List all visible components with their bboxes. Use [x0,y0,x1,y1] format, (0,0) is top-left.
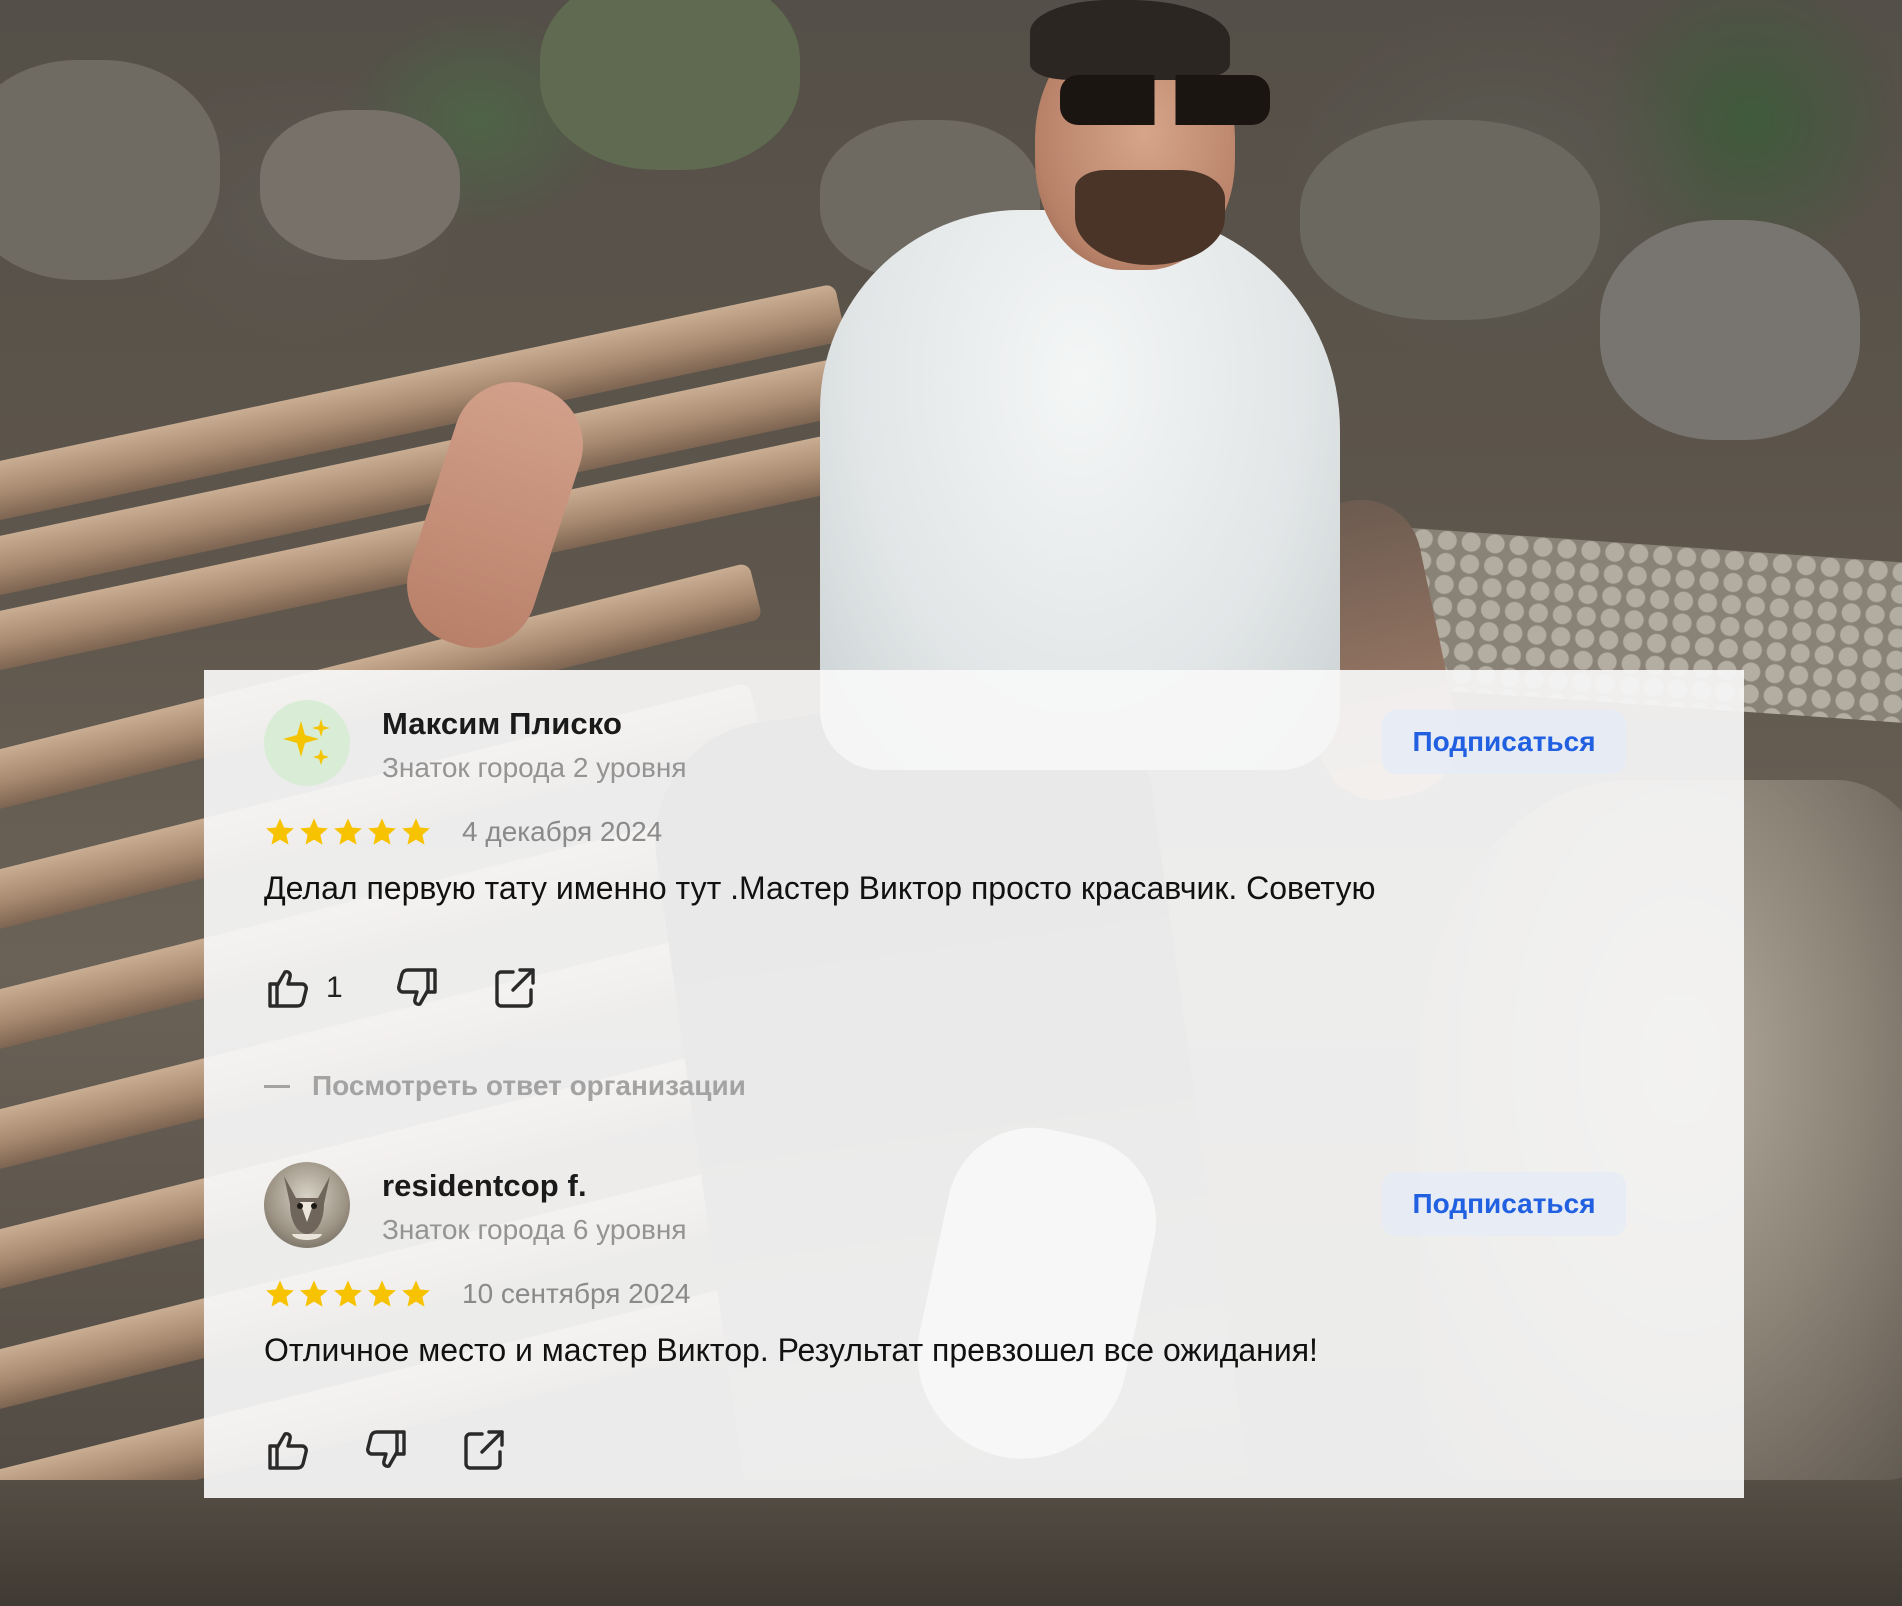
share-button[interactable] [460,1424,508,1476]
author-name[interactable]: Максим Плиско [382,706,622,742]
author-level: Знаток города 2 уровня [382,752,687,783]
review-date: 4 декабря 2024 [462,816,663,847]
star-icon [334,1280,362,1307]
subscribe-button[interactable]: Подписаться [1382,710,1626,774]
thumbs-up-icon [268,970,308,1008]
rating-row: 4 декабря 2024 [264,812,662,852]
view-org-response-link[interactable]: Посмотреть ответ организации [264,1070,746,1102]
like-count: 1 [326,971,343,1004]
author-avatar[interactable] [264,1162,350,1248]
review-actions: 1 [264,962,589,1014]
sparkles-icon [283,719,330,765]
review-actions [264,1424,558,1476]
star-icon [368,1280,396,1307]
rock [1300,120,1600,320]
share-button[interactable] [491,962,539,1014]
thumbs-down-icon [366,1430,406,1468]
star-icon [402,1280,430,1307]
share-icon [494,968,535,1008]
author-name[interactable]: residentcop f. [382,1168,587,1204]
person-sunglasses [1060,75,1270,125]
thumbs-up-icon [268,1432,308,1470]
dislike-button[interactable] [393,962,441,1014]
view-org-response-label: Посмотреть ответ организации [312,1070,746,1101]
reviews-card: Максим Плиско Знаток города 2 уровня Под… [204,670,1744,1498]
like-button[interactable] [264,1424,312,1476]
share-icon [464,1430,504,1470]
star-icon [334,818,362,845]
thumbs-down-icon [396,968,437,1006]
person-beard [1075,170,1225,265]
subscribe-button[interactable]: Подписаться [1382,1172,1626,1236]
dash-divider [264,1084,290,1088]
author-avatar[interactable] [264,700,350,786]
star-icon [266,818,294,845]
review-date: 10 сентября 2024 [462,1278,691,1309]
review-text: Отличное место и мастер Виктор. Результа… [264,1332,1318,1368]
dog-photo-avatar [284,1176,330,1240]
rock [540,0,800,170]
rating-stars [264,816,432,848]
star-icon [368,818,396,845]
dislike-button[interactable] [362,1424,410,1476]
rock [260,110,460,260]
author-level: Знаток города 6 уровня [382,1214,687,1245]
star-icon [300,1280,328,1307]
rock [0,60,220,280]
star-icon [300,818,328,845]
review-text: Делал первую тату именно тут .Мастер Вик… [264,870,1376,906]
ground [0,1480,1902,1606]
rock [1600,220,1860,440]
person-hair [1030,0,1230,80]
like-button[interactable]: 1 [264,962,343,1014]
rating-row: 10 сентября 2024 [264,1274,690,1314]
star-icon [402,818,430,845]
rating-stars [264,1278,432,1310]
star-icon [266,1280,294,1307]
